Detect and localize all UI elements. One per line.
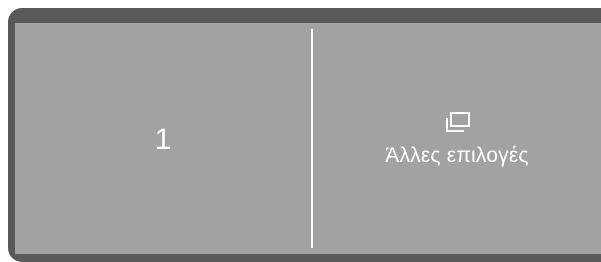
display-screen: 1 Άλλες επιλογές: [15, 23, 601, 254]
more-options-tile[interactable]: Άλλες επιλογές: [313, 23, 601, 254]
more-options-label: Άλλες επιλογές: [385, 143, 529, 167]
program-number: 1: [154, 122, 172, 156]
windows-stack-icon: [446, 111, 470, 132]
program-number-tile[interactable]: 1: [15, 23, 311, 254]
